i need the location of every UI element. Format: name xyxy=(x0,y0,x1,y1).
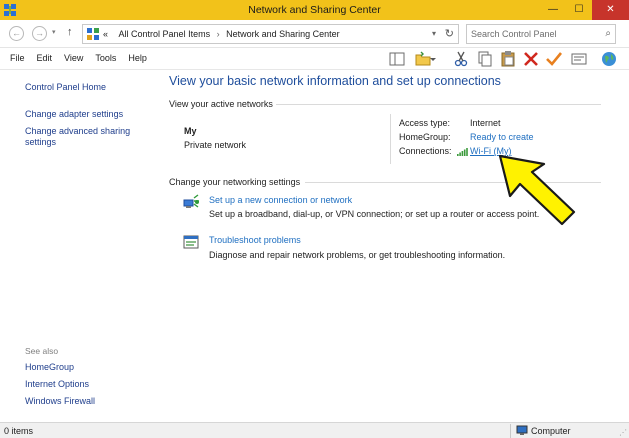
setup-connection-link[interactable]: Set up a new connection or network xyxy=(209,195,352,205)
status-bar: 0 items Computer ⋰ xyxy=(0,422,629,438)
active-networks-heading: View your active networks xyxy=(169,99,273,109)
menu-edit[interactable]: Edit xyxy=(31,53,59,63)
troubleshoot-link[interactable]: Troubleshoot problems xyxy=(209,235,301,245)
paste-icon[interactable] xyxy=(499,50,517,68)
sidebar-link-homegroup[interactable]: HomeGroup xyxy=(25,362,74,373)
access-type-value: Internet xyxy=(470,118,501,128)
close-button[interactable]: ✕ xyxy=(592,0,629,20)
vertical-divider xyxy=(390,114,391,164)
title-bar[interactable]: Network and Sharing Center — ☐ ✕ xyxy=(0,0,629,20)
address-bar[interactable]: « All Control Panel Items › Network and … xyxy=(82,24,459,44)
address-dropdown-button[interactable]: ▾ xyxy=(432,29,436,38)
window-title: Network and Sharing Center xyxy=(248,4,381,16)
setup-connection-description: Set up a broadband, dial-up, or VPN conn… xyxy=(209,209,540,219)
status-zone: Computer xyxy=(531,426,571,436)
folder-options-dropdown-icon[interactable] xyxy=(428,50,438,68)
divider xyxy=(276,104,601,105)
main-content: View your basic network information and … xyxy=(160,70,629,422)
see-also-heading: See also xyxy=(25,346,59,356)
wifi-signal-icon xyxy=(457,148,468,156)
access-type-label: Access type: xyxy=(399,118,451,128)
computer-icon xyxy=(516,425,528,435)
menu-tools[interactable]: Tools xyxy=(89,53,122,63)
sidebar-link-change-adapter-settings[interactable]: Change adapter settings xyxy=(25,109,123,120)
item-count: 0 items xyxy=(4,426,34,436)
search-input[interactable] xyxy=(471,27,599,41)
annotation-arrow-icon xyxy=(498,154,576,226)
breadcrumb-separator[interactable]: › xyxy=(217,29,220,39)
menu: File Edit View Tools Help xyxy=(4,53,153,63)
troubleshoot-description: Diagnose and repair network problems, or… xyxy=(209,250,506,260)
breadcrumb-overflow-button[interactable]: « xyxy=(103,29,108,39)
network-name: My xyxy=(184,126,197,136)
homegroup-label: HomeGroup: xyxy=(399,132,451,142)
cut-icon[interactable] xyxy=(452,50,470,68)
sidebar: Control Panel Home Change adapter settin… xyxy=(0,70,160,422)
troubleshoot-icon xyxy=(183,235,199,249)
properties-icon[interactable] xyxy=(570,50,588,68)
breadcrumb: « All Control Panel Items › Network and … xyxy=(103,29,340,39)
breadcrumb-item-control-panel[interactable]: All Control Panel Items xyxy=(119,29,211,39)
sidebar-link-advanced-sharing[interactable]: Change advanced sharing settings xyxy=(25,126,145,148)
window: Network and Sharing Center — ☐ ✕ ← → ▾ ↑… xyxy=(0,0,629,438)
network-type: Private network xyxy=(184,140,247,150)
change-settings-heading: Change your networking settings xyxy=(169,177,301,187)
control-panel-icon xyxy=(87,28,99,40)
layout-icon[interactable] xyxy=(388,50,406,68)
menu-bar: File Edit View Tools Help xyxy=(0,48,629,70)
up-button[interactable]: ↑ xyxy=(67,26,73,38)
page-title: View your basic network information and … xyxy=(169,74,501,88)
search-box[interactable]: ⌕ xyxy=(466,24,616,44)
globe-icon[interactable] xyxy=(600,50,618,68)
minimize-button[interactable]: — xyxy=(540,0,566,20)
refresh-button[interactable]: ↻ xyxy=(445,27,454,40)
navigation-bar: ← → ▾ ↑ « All Control Panel Items › Netw… xyxy=(0,20,629,48)
back-button[interactable]: ← xyxy=(9,26,24,41)
breadcrumb-item-network[interactable]: Network and Sharing Center xyxy=(226,29,340,39)
homegroup-link[interactable]: Ready to create xyxy=(470,132,534,142)
recent-locations-dropdown[interactable]: ▾ xyxy=(52,28,56,36)
menu-help[interactable]: Help xyxy=(122,53,153,63)
search-icon[interactable]: ⌕ xyxy=(605,28,611,39)
menu-view[interactable]: View xyxy=(58,53,89,63)
menu-file[interactable]: File xyxy=(4,53,31,63)
connections-label: Connections: xyxy=(399,146,452,156)
sidebar-link-windows-firewall[interactable]: Windows Firewall xyxy=(25,396,95,407)
forward-button[interactable]: → xyxy=(32,26,47,41)
delete-icon[interactable] xyxy=(522,50,540,68)
sidebar-link-control-panel-home[interactable]: Control Panel Home xyxy=(25,82,106,93)
sidebar-link-internet-options[interactable]: Internet Options xyxy=(25,379,89,390)
maximize-button[interactable]: ☐ xyxy=(566,0,592,20)
new-connection-icon xyxy=(183,194,199,208)
check-icon[interactable] xyxy=(545,50,563,68)
status-divider xyxy=(510,424,511,438)
resize-grip-icon[interactable]: ⋰ xyxy=(619,428,627,437)
copy-icon[interactable] xyxy=(476,50,494,68)
